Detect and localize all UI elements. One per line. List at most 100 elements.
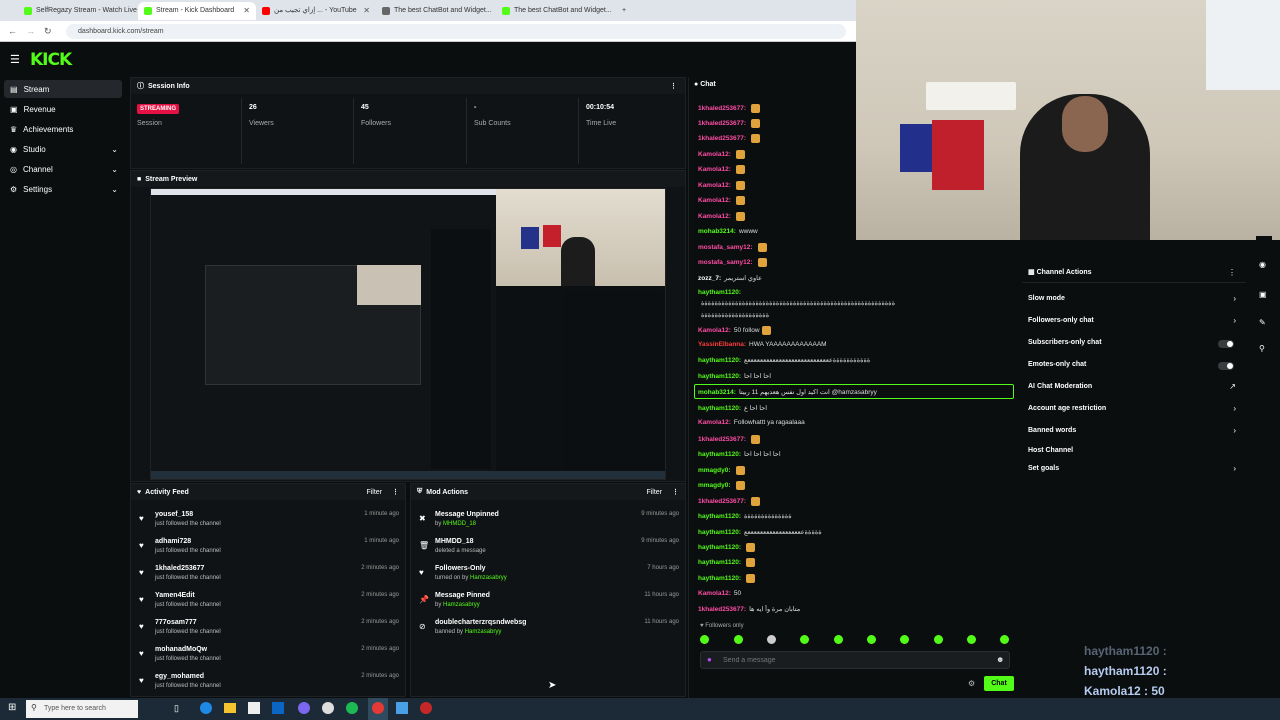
chat-username[interactable]: 1khaled253677: (698, 436, 746, 443)
channel-action-followers-only[interactable]: Followers-only chat (1028, 317, 1094, 324)
chat-username[interactable]: haytham1120: (698, 559, 741, 566)
sidebar-item-settings[interactable]: ⚙ Settings ⌄ (4, 180, 122, 198)
emote-icon[interactable] (800, 635, 809, 644)
subscribers-only-toggle[interactable] (1218, 340, 1234, 348)
discord-icon[interactable] (298, 702, 310, 714)
channel-action-host-channel[interactable]: Host Channel (1028, 447, 1073, 454)
chat-username[interactable]: haytham1120: (698, 513, 741, 520)
chat-username[interactable]: mmagdy0: (698, 482, 731, 489)
filter-button[interactable]: Filter (366, 489, 382, 496)
audio-icon[interactable]: ◉ (1259, 260, 1266, 269)
channel-action-emotes-only[interactable]: Emotes-only chat (1028, 361, 1086, 368)
emote-icon[interactable] (967, 635, 976, 644)
close-icon[interactable]: ✕ (363, 2, 370, 20)
more-options-icon[interactable]: ⋮ (1228, 268, 1236, 277)
sidebar-item-channel[interactable]: ◎ Channel ⌄ (4, 160, 122, 178)
spotify-icon[interactable] (346, 702, 358, 714)
taskbar-search[interactable]: Type here to search (26, 700, 138, 718)
kick-logo[interactable]: KICK (30, 50, 72, 70)
chat-username[interactable]: Kamola12: (698, 182, 731, 189)
windows-start-icon[interactable]: ⊞ (8, 702, 16, 713)
chat-username[interactable]: Kamola12: (698, 151, 731, 158)
chat-username[interactable]: YassinElbanna: (698, 341, 746, 348)
chat-username[interactable]: haytham1120: (698, 405, 741, 412)
hamburger-menu-icon[interactable]: ☰ (10, 53, 20, 66)
chat-username[interactable]: 1khaled253677: (698, 498, 746, 505)
emote-icon[interactable] (900, 635, 909, 644)
stream-preview-video[interactable] (150, 188, 666, 480)
chat-username[interactable]: haytham1120: (698, 451, 741, 458)
sidebar-item-studio[interactable]: ◉ Studio ⌄ (4, 140, 122, 158)
chat-username[interactable]: haytham1120: (698, 289, 741, 296)
channel-action-set-goals[interactable]: Set goals (1028, 465, 1059, 472)
channel-action-subscribers-only[interactable]: Subscribers-only chat (1028, 339, 1102, 346)
browser-tab[interactable]: SelfRegazy Stream - Watch Live✕ (18, 2, 138, 20)
url-field[interactable]: dashboard.kick.com/stream (66, 24, 846, 39)
chevron-right-icon[interactable]: › (1233, 294, 1236, 303)
app-icon[interactable] (420, 702, 432, 714)
sidebar-item-achievements[interactable]: ♛ Achievements (4, 120, 122, 138)
chat-username[interactable]: Kamola12: (698, 419, 731, 426)
browser-tab[interactable]: The best ChatBot and Widget...✕ (496, 2, 616, 20)
chevron-right-icon[interactable]: › (1233, 404, 1236, 413)
chat-username[interactable]: mohab3214: (698, 228, 736, 235)
wrench-icon[interactable]: ✎ (1259, 318, 1266, 327)
more-options-icon[interactable]: ⋮ (670, 82, 677, 90)
obs-icon[interactable] (322, 702, 334, 714)
emote-icon[interactable] (934, 635, 943, 644)
gear-icon[interactable]: ⚙ (968, 679, 975, 688)
store-icon[interactable] (248, 702, 260, 714)
reload-icon[interactable]: ↻ (44, 26, 52, 37)
channel-action-account-age[interactable]: Account age restriction (1028, 405, 1106, 412)
emote-icon[interactable] (700, 635, 709, 644)
emote-picker-icon[interactable]: ● (707, 655, 712, 664)
emote-icon[interactable] (867, 635, 876, 644)
chat-username[interactable]: mostafa_samy12: (698, 259, 753, 266)
window-icon[interactable]: ▣ (1259, 290, 1267, 299)
chat-username[interactable]: mostafa_samy12: (698, 244, 753, 251)
emotes-only-toggle[interactable] (1218, 362, 1234, 370)
emoji-icon[interactable]: ☻ (996, 655, 1004, 664)
browser-tab[interactable]: The best ChatBot and Widget...✕ (376, 2, 496, 20)
browser-tab[interactable]: إزاي تجيب من ... - YouTube ✕ (256, 2, 376, 20)
new-tab-button[interactable]: + (616, 2, 630, 20)
close-icon[interactable]: ✕ (243, 2, 250, 20)
browser-tab-active[interactable]: Stream - Kick Dashboard ✕ (138, 2, 256, 20)
channel-action-banned-words[interactable]: Banned words (1028, 427, 1076, 434)
channel-action-slow-mode[interactable]: Slow mode (1028, 295, 1065, 302)
emote-icon[interactable] (834, 635, 843, 644)
sidebar-item-revenue[interactable]: ▣ Revenue (4, 100, 122, 118)
chat-username[interactable]: 1khaled253677: (698, 120, 746, 127)
chat-username[interactable]: Kamola12: (698, 590, 731, 597)
emote-icon[interactable] (734, 635, 743, 644)
chat-username[interactable]: haytham1120: (698, 529, 741, 536)
chrome-active-app[interactable] (368, 698, 388, 720)
chat-username[interactable]: Kamola12: (698, 166, 731, 173)
external-link-icon[interactable]: ↗ (1229, 382, 1236, 391)
channel-action-ai-moderation[interactable]: AI Chat Moderation (1028, 383, 1092, 390)
chat-username[interactable]: Kamola12: (698, 197, 731, 204)
chat-username[interactable]: haytham1120: (698, 544, 741, 551)
task-view-icon[interactable]: ▯ (174, 703, 179, 714)
chat-message-input[interactable] (700, 651, 1010, 669)
sidebar-item-stream[interactable]: ▤ Stream (4, 80, 122, 98)
send-chat-button[interactable]: Chat (984, 676, 1014, 691)
chat-username[interactable]: 1khaled253677: (698, 135, 746, 142)
file-explorer-icon[interactable] (224, 703, 236, 713)
chat-username[interactable]: haytham1120: (698, 575, 741, 582)
edge-browser-icon[interactable] (200, 702, 212, 714)
back-icon[interactable]: ← (8, 26, 17, 36)
chat-username[interactable]: zozz_7: (698, 275, 721, 282)
more-options-icon[interactable]: ⋮ (392, 488, 399, 496)
chat-username[interactable]: 1khaled253677: (698, 105, 746, 112)
more-options-icon[interactable]: ⋮ (672, 488, 679, 496)
filter-button[interactable]: Filter (646, 489, 662, 496)
emote-icon[interactable] (767, 635, 776, 644)
chat-username[interactable]: haytham1120: (698, 357, 741, 364)
mail-icon[interactable] (272, 702, 284, 714)
emote-icon[interactable] (1000, 635, 1009, 644)
chat-username[interactable]: haytham1120: (698, 373, 741, 380)
chat-username[interactable]: Kamola12: (698, 213, 731, 220)
chevron-right-icon[interactable]: › (1233, 316, 1236, 325)
forward-icon[interactable]: → (26, 26, 35, 36)
